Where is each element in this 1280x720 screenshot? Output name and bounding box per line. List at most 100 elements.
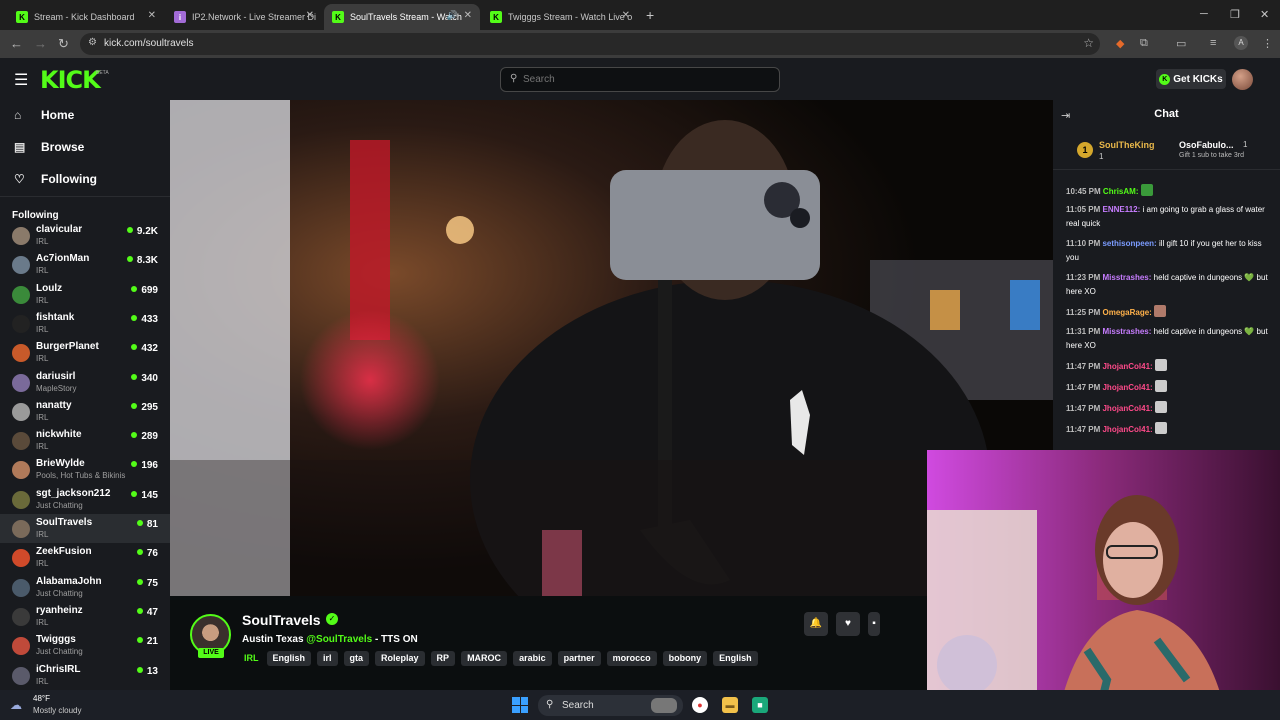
file-explorer-icon[interactable]: ▬ — [722, 697, 738, 713]
sidebar-channel[interactable]: clavicular IRL 9.2K — [0, 221, 170, 250]
site-info-icon[interactable]: ⚙ — [88, 37, 97, 48]
minimize-icon[interactable]: ─ — [1200, 8, 1208, 20]
sidebar-channel[interactable]: nickwhite IRL 289 — [0, 426, 170, 455]
hamburger-menu-icon[interactable]: ☰ — [14, 70, 28, 90]
close-icon[interactable]: ✕ — [148, 10, 156, 21]
stream-tag[interactable]: MAROC — [461, 651, 508, 666]
sidebar-channel[interactable]: BrieWylde Pools, Hot Tubs & Bikinis 196 — [0, 455, 170, 484]
sidebar-channel[interactable]: ZeekFusion IRL 76 — [0, 543, 170, 572]
sidebar-channel[interactable]: fishtank IRL 433 — [0, 309, 170, 338]
cast-icon[interactable]: ▭ — [1176, 37, 1186, 50]
channel-name: clavicular — [36, 224, 83, 235]
title-mention[interactable]: @SoulTravels — [306, 634, 372, 645]
channel-viewers: 432 — [131, 343, 158, 354]
tab-soultravels[interactable]: K SoulTravels Stream - Watch 🔊 ✕ — [324, 4, 480, 30]
search-box[interactable]: ⚲ — [500, 67, 780, 92]
omnibox[interactable]: ⚙ kick.com/soultravels ☆ — [80, 33, 1100, 55]
sidebar-channel[interactable]: iChrisIRL IRL 13 — [0, 661, 170, 690]
stream-tag[interactable]: bobony — [662, 651, 708, 666]
back-icon[interactable]: ← — [10, 36, 23, 51]
sidebar-channel[interactable]: dariusirl MapleStory 340 — [0, 368, 170, 397]
reload-icon[interactable]: ↻ — [58, 36, 69, 52]
profile-icon[interactable]: A — [1234, 36, 1248, 50]
nav-browse[interactable]: ▤ Browse — [14, 140, 84, 154]
stream-tag[interactable]: English — [266, 651, 312, 666]
close-icon[interactable]: ✕ — [464, 10, 472, 21]
get-kicks-button[interactable]: K Get KICKs — [1156, 69, 1226, 89]
kick-logo[interactable]: KICK — [40, 66, 101, 94]
weather-icon[interactable]: ☁ — [10, 698, 22, 712]
sidebar-channel[interactable]: BurgerPlanet IRL 432 — [0, 338, 170, 367]
follow-button[interactable]: ♥ — [836, 612, 860, 636]
second-gifter-count: 1 — [1243, 140, 1248, 149]
taskbar-search[interactable]: ⚲ Search — [538, 695, 683, 716]
sidebar-channel[interactable]: AlabamaJohn Just Chatting 75 — [0, 573, 170, 602]
stream-tag[interactable]: English — [713, 651, 758, 666]
title-suffix: - TTS ON — [374, 634, 418, 645]
chat-username[interactable]: ENNE112: — [1102, 205, 1140, 214]
tab-kick-dashboard[interactable]: K Stream - Kick Dashboard ✕ — [8, 4, 164, 30]
windows-start-icon[interactable] — [512, 697, 528, 713]
app-icon[interactable]: ■ — [752, 697, 768, 713]
tab-ip2-network[interactable]: i IP2.Network - Live Streamer Di ✕ — [166, 4, 322, 30]
stream-tag[interactable]: morocco — [606, 651, 657, 666]
user-avatar[interactable] — [1232, 69, 1253, 90]
chat-username[interactable]: OmegaRage: — [1102, 308, 1151, 317]
chat-message: 11:10 PM sethisonpeen: ill gift 10 if yo… — [1066, 237, 1276, 265]
tab-twigggs[interactable]: K Twigggs Stream - Watch Live o ✕ — [482, 4, 638, 30]
chrome-icon[interactable]: ● — [692, 697, 708, 713]
sidebar-channel[interactable]: nanatty IRL 295 — [0, 397, 170, 426]
category-link[interactable]: IRL — [242, 651, 261, 666]
stream-tag[interactable]: RP — [430, 651, 456, 666]
chat-username[interactable]: sethisonpeen: — [1102, 239, 1156, 248]
gift-button[interactable]: ▪ — [868, 612, 880, 636]
chat-username[interactable]: Misstrashes: — [1102, 327, 1151, 336]
sidebar-channel[interactable]: sgt_jackson212 Just Chatting 145 — [0, 485, 170, 514]
stream-tag[interactable]: irl — [317, 651, 338, 666]
media-icon[interactable]: ≡ — [1210, 37, 1216, 49]
sidebar-channel[interactable]: ryanheinz IRL 47 — [0, 602, 170, 631]
nav-following[interactable]: ♡ Following — [14, 172, 97, 186]
notification-button[interactable]: 🔔 — [804, 612, 828, 636]
bookmark-icon[interactable]: ☆ — [1083, 36, 1094, 50]
channel-name: nanatty — [36, 399, 72, 411]
video-player[interactable]: ➤ — [170, 100, 1053, 596]
channel-name: Ac7ionMan — [36, 253, 90, 265]
maximize-icon[interactable]: ❐ — [1230, 8, 1240, 21]
chat-username[interactable]: JhojanCol41: — [1102, 362, 1152, 371]
chat-username[interactable]: JhojanCol41: — [1102, 383, 1152, 392]
window-close-icon[interactable]: ✕ — [1260, 8, 1269, 21]
stream-tag[interactable]: partner — [557, 651, 601, 666]
channel-viewers: 13 — [137, 666, 158, 677]
channel-name: dariusirl — [36, 370, 76, 382]
close-icon[interactable]: ✕ — [306, 10, 314, 21]
stream-tag[interactable]: arabic — [513, 651, 552, 666]
chat-username[interactable]: ChrisAM: — [1103, 187, 1139, 196]
stream-tag[interactable]: Roleplay — [375, 651, 425, 666]
close-icon[interactable]: ✕ — [622, 10, 630, 21]
channel-category: IRL — [36, 237, 49, 246]
sidebar-channel[interactable]: SoulTravels IRL 81 — [0, 514, 170, 543]
extensions-puzzle-icon[interactable]: ⧉ — [1140, 37, 1148, 50]
sidebar-channel[interactable]: Loulz IRL 699 — [0, 280, 170, 309]
extension-icon[interactable]: ◆ — [1116, 37, 1124, 50]
sidebar-channel[interactable]: Ac7ionMan IRL 8.3K — [0, 250, 170, 279]
forward-icon[interactable]: → — [34, 36, 47, 51]
channel-name: Loulz — [36, 282, 63, 294]
new-tab-icon[interactable]: + — [646, 7, 654, 23]
streamer-name[interactable]: SoulTravels — [242, 612, 321, 628]
sidebar-channel[interactable]: Twigggs Just Chatting 21 — [0, 631, 170, 660]
nav-home[interactable]: ⌂ Home — [14, 108, 74, 122]
chat-username[interactable]: Misstrashes: — [1102, 273, 1151, 282]
stream-tag[interactable]: gta — [343, 651, 370, 666]
chat-username[interactable]: JhojanCol41: — [1102, 425, 1152, 434]
weather-desc: Mostly cloudy — [33, 706, 82, 715]
chat-username[interactable]: JhojanCol41: — [1102, 404, 1152, 413]
channel-avatar — [12, 373, 30, 392]
speaker-icon[interactable]: 🔊 — [447, 10, 458, 21]
second-gifter-name[interactable]: OsoFabulo... — [1179, 140, 1234, 150]
top-gifter-name[interactable]: SoulTheKing — [1099, 140, 1155, 150]
search-input[interactable] — [523, 74, 763, 85]
chat-timestamp: 11:10 PM — [1066, 239, 1101, 248]
more-options-icon[interactable]: ⋮ — [1262, 37, 1273, 50]
